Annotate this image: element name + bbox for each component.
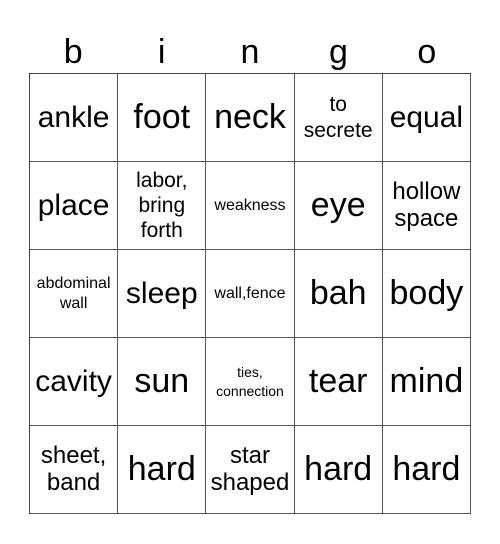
bingo-cell[interactable]: mind bbox=[382, 338, 471, 426]
bingo-cell[interactable]: hard bbox=[382, 426, 471, 514]
bingo-cell[interactable]: to secrete bbox=[294, 74, 383, 162]
bingo-cell[interactable]: ties, connection bbox=[206, 338, 295, 426]
bingo-cell[interactable]: wall,fence bbox=[206, 250, 295, 338]
bingo-cell[interactable]: star shaped bbox=[206, 426, 295, 514]
header-letter-o: o bbox=[417, 33, 437, 71]
header-letter-i: i bbox=[157, 33, 166, 71]
bingo-cell[interactable]: hollow space bbox=[382, 162, 471, 250]
bingo-cell[interactable]: ankle bbox=[30, 74, 119, 162]
bingo-cell[interactable]: place bbox=[30, 162, 119, 250]
bingo-cell[interactable]: labor, bring forth bbox=[118, 162, 207, 250]
bingo-cell[interactable]: cavity bbox=[30, 338, 119, 426]
bingo-cell[interactable]: eye bbox=[294, 162, 383, 250]
bingo-cell[interactable]: hard bbox=[294, 426, 383, 514]
bingo-cell[interactable]: weakness bbox=[206, 162, 295, 250]
bingo-cell[interactable]: sheet, band bbox=[30, 426, 119, 514]
bingo-cell[interactable]: foot bbox=[118, 74, 207, 162]
bingo-cell[interactable]: hard bbox=[118, 426, 207, 514]
bingo-grid: ankle foot neck to secrete equal place l… bbox=[29, 73, 471, 514]
bingo-cell[interactable]: bah bbox=[294, 250, 383, 338]
bingo-cell[interactable]: tear bbox=[294, 338, 383, 426]
bingo-cell[interactable]: body bbox=[382, 250, 471, 338]
header-letter-g: g bbox=[328, 33, 348, 71]
bingo-cell[interactable]: neck bbox=[206, 74, 295, 162]
bingo-cell[interactable]: sleep bbox=[118, 250, 207, 338]
header-letter-n: n bbox=[240, 33, 260, 71]
bingo-cell[interactable]: abdominal wall bbox=[30, 250, 119, 338]
bingo-cell[interactable]: sun bbox=[118, 338, 207, 426]
header-letter-b: b bbox=[63, 33, 83, 71]
bingo-header: b i n g o bbox=[29, 30, 471, 74]
bingo-cell[interactable]: equal bbox=[382, 74, 471, 162]
